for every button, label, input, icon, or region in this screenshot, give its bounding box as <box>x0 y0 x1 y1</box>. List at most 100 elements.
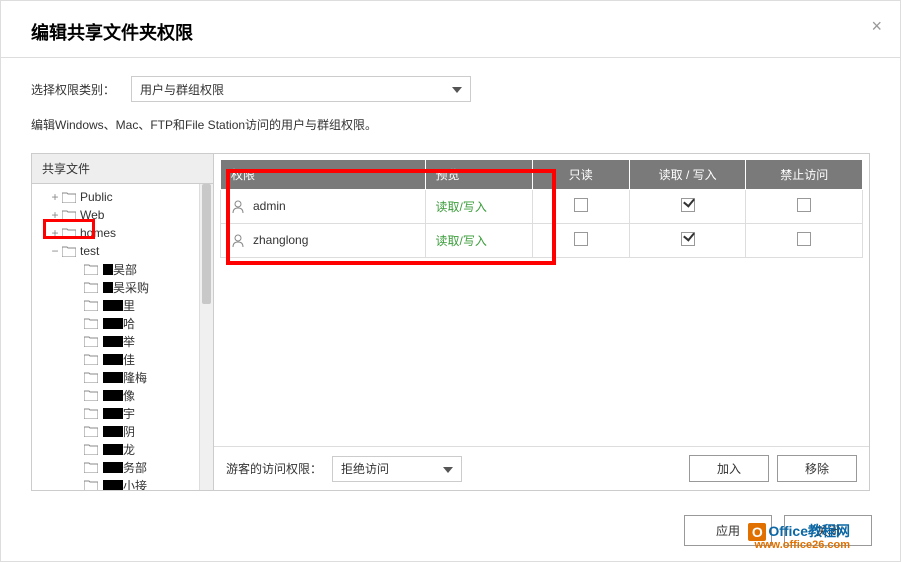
tree-item-label: 阴 <box>123 423 135 440</box>
tree-item[interactable]: 宇 <box>32 404 213 422</box>
redacted-text <box>103 282 113 293</box>
redacted-text <box>103 336 123 347</box>
table-row[interactable]: zhanglong 读取/写入 <box>221 224 863 258</box>
table-row[interactable]: admin 读取/写入 <box>221 190 863 224</box>
category-selected: 用户与群组权限 <box>140 81 224 98</box>
readwrite-checkbox[interactable] <box>681 198 695 212</box>
folder-icon <box>84 462 98 473</box>
scroll-thumb[interactable] <box>202 184 211 304</box>
tree-item[interactable]: 昊部 <box>32 260 213 278</box>
redacted-text <box>103 408 123 419</box>
tree-item[interactable]: 阴 <box>32 422 213 440</box>
tree-item[interactable]: 哈 <box>32 314 213 332</box>
preview-value: 读取/写入 <box>436 234 487 248</box>
tree-item-label: Web <box>80 208 104 222</box>
redacted-text <box>103 480 123 491</box>
remove-button[interactable]: 移除 <box>777 455 857 482</box>
tree-item-label: 宇 <box>123 405 135 422</box>
tree-item-label: 举 <box>123 333 135 350</box>
user-icon <box>231 200 245 214</box>
redacted-text <box>103 444 123 455</box>
permissions-panel: 权限 预览 只读 读取 / 写入 禁止访问 admin读取/写入zhanglon… <box>214 154 869 490</box>
tree-item[interactable]: + Web <box>32 206 213 224</box>
table-buttons: 加入 移除 <box>689 455 857 482</box>
tree-item-label: Public <box>80 190 113 204</box>
readwrite-checkbox[interactable] <box>681 232 695 246</box>
tree-item-label: 像 <box>123 387 135 404</box>
tree-item-label: 龙 <box>123 441 135 458</box>
tree-item[interactable]: − test <box>32 242 213 260</box>
deny-checkbox[interactable] <box>797 232 811 246</box>
category-label: 选择权限类别： <box>31 81 115 98</box>
tree-item[interactable]: + homes <box>32 224 213 242</box>
tree-item-label: 昊部 <box>113 261 137 278</box>
folder-icon <box>62 192 76 203</box>
tree-item-label: 佳 <box>123 351 135 368</box>
th-preview[interactable]: 预览 <box>425 160 532 190</box>
watermark-url: www.office26.com <box>748 539 850 551</box>
folder-icon <box>84 354 98 365</box>
guest-selected: 拒绝访问 <box>341 460 389 477</box>
tree-item[interactable]: 隆梅 <box>32 368 213 386</box>
category-select[interactable]: 用户与群组权限 <box>131 76 471 102</box>
folder-icon <box>84 336 98 347</box>
readonly-checkbox[interactable] <box>574 198 588 212</box>
redacted-text <box>103 372 123 383</box>
folder-icon <box>84 390 98 401</box>
tree-header: 共享文件 <box>32 154 213 184</box>
close-icon[interactable]: × <box>871 16 882 37</box>
watermark: OOffice教程网 www.office26.com <box>748 521 850 551</box>
tree-item[interactable]: 务部 <box>32 458 213 476</box>
tree-item[interactable]: + Public <box>32 188 213 206</box>
dialog-body: 选择权限类别： 用户与群组权限 编辑Windows、Mac、FTP和File S… <box>1 58 900 491</box>
tree-item[interactable]: 龙 <box>32 440 213 458</box>
folder-icon <box>84 264 98 275</box>
tree-item-label: 昊采购 <box>113 279 149 296</box>
tree-item-label: 小接 <box>123 477 147 491</box>
guest-label: 游客的访问权限： <box>226 460 322 477</box>
tree-item-label: 务部 <box>123 459 147 476</box>
folder-icon <box>62 228 76 239</box>
tree-item[interactable]: 昊采购 <box>32 278 213 296</box>
redacted-text <box>103 426 123 437</box>
content-area: 共享文件 + Public + Web + homes − test 昊部昊采购里哈举佳隆梅像宇… <box>31 153 870 491</box>
readonly-checkbox[interactable] <box>574 232 588 246</box>
folder-icon <box>84 480 98 491</box>
folder-tree-panel: 共享文件 + Public + Web + homes − test 昊部昊采购里哈举佳隆梅像宇… <box>32 154 214 490</box>
description-text: 编辑Windows、Mac、FTP和File Station访问的用户与群组权限… <box>31 116 870 133</box>
th-readonly[interactable]: 只读 <box>532 160 629 190</box>
tree-item-label: 哈 <box>123 315 135 332</box>
expand-icon[interactable]: + <box>50 190 60 204</box>
tree-item[interactable]: 佳 <box>32 350 213 368</box>
guest-select[interactable]: 拒绝访问 <box>332 456 462 482</box>
expand-icon[interactable]: + <box>50 226 60 240</box>
dialog-title: 编辑共享文件夹权限 <box>31 19 870 45</box>
folder-icon <box>62 210 76 221</box>
th-deny[interactable]: 禁止访问 <box>746 160 863 190</box>
deny-checkbox[interactable] <box>797 198 811 212</box>
folder-icon <box>84 408 98 419</box>
tree-item[interactable]: 小接 <box>32 476 213 490</box>
tree-item-label: homes <box>80 226 116 240</box>
tree-item[interactable]: 举 <box>32 332 213 350</box>
folder-icon <box>84 372 98 383</box>
expand-icon[interactable]: − <box>50 244 60 258</box>
redacted-text <box>103 264 113 275</box>
bottom-row: 游客的访问权限： 拒绝访问 加入 移除 <box>214 446 869 490</box>
user-name: zhanglong <box>253 233 308 247</box>
tree-item[interactable]: 里 <box>32 296 213 314</box>
redacted-text <box>103 390 123 401</box>
add-button[interactable]: 加入 <box>689 455 769 482</box>
redacted-text <box>103 354 123 365</box>
expand-icon[interactable]: + <box>50 208 60 222</box>
redacted-text <box>103 318 123 329</box>
th-readwrite[interactable]: 读取 / 写入 <box>629 160 746 190</box>
tree-item[interactable]: 像 <box>32 386 213 404</box>
th-permission[interactable]: 权限 <box>221 160 426 190</box>
tree-scrollbar[interactable] <box>199 184 213 490</box>
category-row: 选择权限类别： 用户与群组权限 <box>31 76 870 102</box>
tree-item-label: test <box>80 244 99 258</box>
preview-value: 读取/写入 <box>436 200 487 214</box>
user-name: admin <box>253 199 286 213</box>
chevron-down-icon <box>443 462 453 476</box>
